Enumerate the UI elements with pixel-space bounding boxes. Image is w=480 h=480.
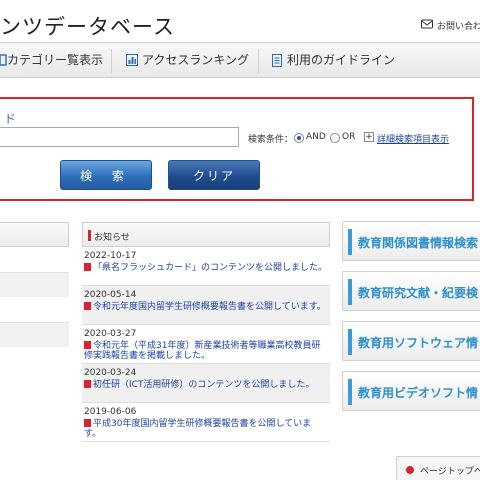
news-item: 2020-03-27 令和元年（平成31年度）新産業技術者等職業高校教員研修実践… [82, 325, 330, 364]
arrow-up-icon [406, 466, 414, 474]
search-title: ド [4, 112, 17, 126]
news-text: 「県名フラッシュカード」のコンテンツを公開しました。 [93, 263, 328, 273]
news-link[interactable]: 平成30年度国内留学生研修概要報告書を公開しています。 [84, 419, 328, 439]
news-item: 2022-10-17 「県名フラッシュカード」のコンテンツを公開しました。 [82, 247, 330, 286]
news-link[interactable]: 令和元年度国内留学生研修概要報告書を公開しています。 [84, 302, 328, 312]
nav-divider [258, 49, 259, 73]
bar-chart-icon [126, 54, 138, 66]
sidebar-link-papers[interactable]: 教育研究文献・紀要検 [342, 271, 480, 311]
news-text: 令和元年（平成31年度）新産業技術者等職業高校教員研修実践報告書を掲載しました。 [84, 341, 321, 361]
left-panel-row [0, 272, 69, 297]
document-icon [272, 54, 282, 67]
keyword-input[interactable] [0, 127, 239, 147]
news-text: 初任研（ICT活用研修）のコンテンツを公開しました。 [93, 380, 315, 390]
header-accent-bar [88, 230, 91, 241]
clear-button[interactable]: クリア [168, 160, 260, 190]
news-date: 2020-05-14 [84, 290, 137, 300]
nav-label: 利用のガイドライン [287, 53, 396, 67]
sidebar-link-label: 教育研究文献・紀要検 [358, 286, 479, 300]
nav-item-ranking[interactable]: アクセスランキング [126, 43, 256, 78]
sidebar-accent-bar [348, 279, 352, 305]
search-button[interactable]: 検 索 [60, 160, 152, 190]
search-panel: ド 検索条件： AND OR + 詳細検索項目表示 検 索 クリア [0, 97, 474, 201]
sidebar-accent-bar [348, 229, 352, 255]
news-link[interactable]: 令和元年（平成31年度）新産業技術者等職業高校教員研修実践報告書を掲載しました。 [84, 341, 328, 361]
news-date: 2020-03-24 [84, 368, 137, 378]
news-title: お知らせ [94, 233, 130, 243]
expand-plus-icon[interactable]: + [364, 132, 374, 142]
sidebar-accent-bar [348, 379, 352, 405]
left-panel-header [0, 222, 69, 247]
header: ンツデータベース お問い合わ [0, 0, 480, 42]
news-text: 令和元年度国内留学生研修概要報告書を公開しています。 [93, 302, 326, 312]
and-radio[interactable] [294, 133, 304, 143]
contact-label: お問い合わ [437, 22, 480, 32]
news-header: お知らせ [82, 222, 330, 247]
condition-label: 検索条件： [248, 135, 294, 145]
news-panel: お知らせ 2022-10-17 「県名フラッシュカード」のコンテンツを公開しまし… [82, 222, 330, 442]
left-panel-row [0, 322, 69, 347]
main-nav: カテゴリー覧表示 アクセスランキング 利用のガイドライン [0, 42, 480, 78]
news-text: 平成30年度国内留学生研修概要報告書を公開しています。 [84, 419, 312, 439]
nav-item-category[interactable]: カテゴリー覧表示 [0, 43, 110, 78]
arrow-icon [84, 380, 91, 388]
nav-divider [111, 49, 112, 73]
left-panel [0, 222, 69, 364]
news-link[interactable]: 初任研（ICT活用研修）のコンテンツを公開しました。 [84, 380, 328, 390]
or-radio[interactable] [330, 133, 340, 143]
arrow-icon [84, 263, 91, 271]
nav-label: カテゴリー覧表示 [7, 53, 104, 67]
sidebar-link-label: 教育用ビデオソフト情 [358, 386, 479, 400]
arrow-icon [84, 419, 91, 427]
arrow-icon [84, 302, 91, 310]
news-date: 2020-03-27 [84, 329, 137, 339]
site-title[interactable]: ンツデータベース [0, 11, 175, 41]
sidebar-accent-bar [348, 329, 352, 355]
news-item: 2019-06-06 平成30年度国内留学生研修概要報告書を公開しています。 [82, 403, 330, 442]
nav-label: アクセスランキング [142, 53, 250, 67]
arrow-icon [84, 341, 91, 349]
and-label: AND [306, 132, 326, 142]
or-label: OR [342, 132, 356, 142]
sidebar-link-label: 教育関係図書情報検索 [358, 236, 479, 250]
advanced-search-link[interactable]: 詳細検索項目表示 [377, 132, 449, 145]
news-date: 2022-10-17 [84, 251, 137, 261]
sidebar-link-label: 教育用ソフトウェア情 [358, 336, 479, 350]
page-top-label: ページトップへ [420, 467, 480, 477]
nav-item-guideline[interactable]: 利用のガイドライン [272, 43, 402, 78]
page-top-button[interactable]: ページトップへ [396, 456, 480, 480]
sidebar-link-library[interactable]: 教育関係図書情報検索 [342, 221, 480, 261]
news-item: 2020-05-14 令和元年度国内留学生研修概要報告書を公開しています。 [82, 286, 330, 325]
news-item: 2020-03-24 初任研（ICT活用研修）のコンテンツを公開しました。 [82, 364, 330, 403]
news-link[interactable]: 「県名フラッシュカード」のコンテンツを公開しました。 [84, 263, 328, 273]
sidebar-link-video[interactable]: 教育用ビデオソフト情 [342, 371, 480, 411]
sidebar-link-software[interactable]: 教育用ソフトウェア情 [342, 321, 480, 361]
news-date: 2019-06-06 [84, 407, 137, 417]
mail-icon [421, 19, 433, 29]
